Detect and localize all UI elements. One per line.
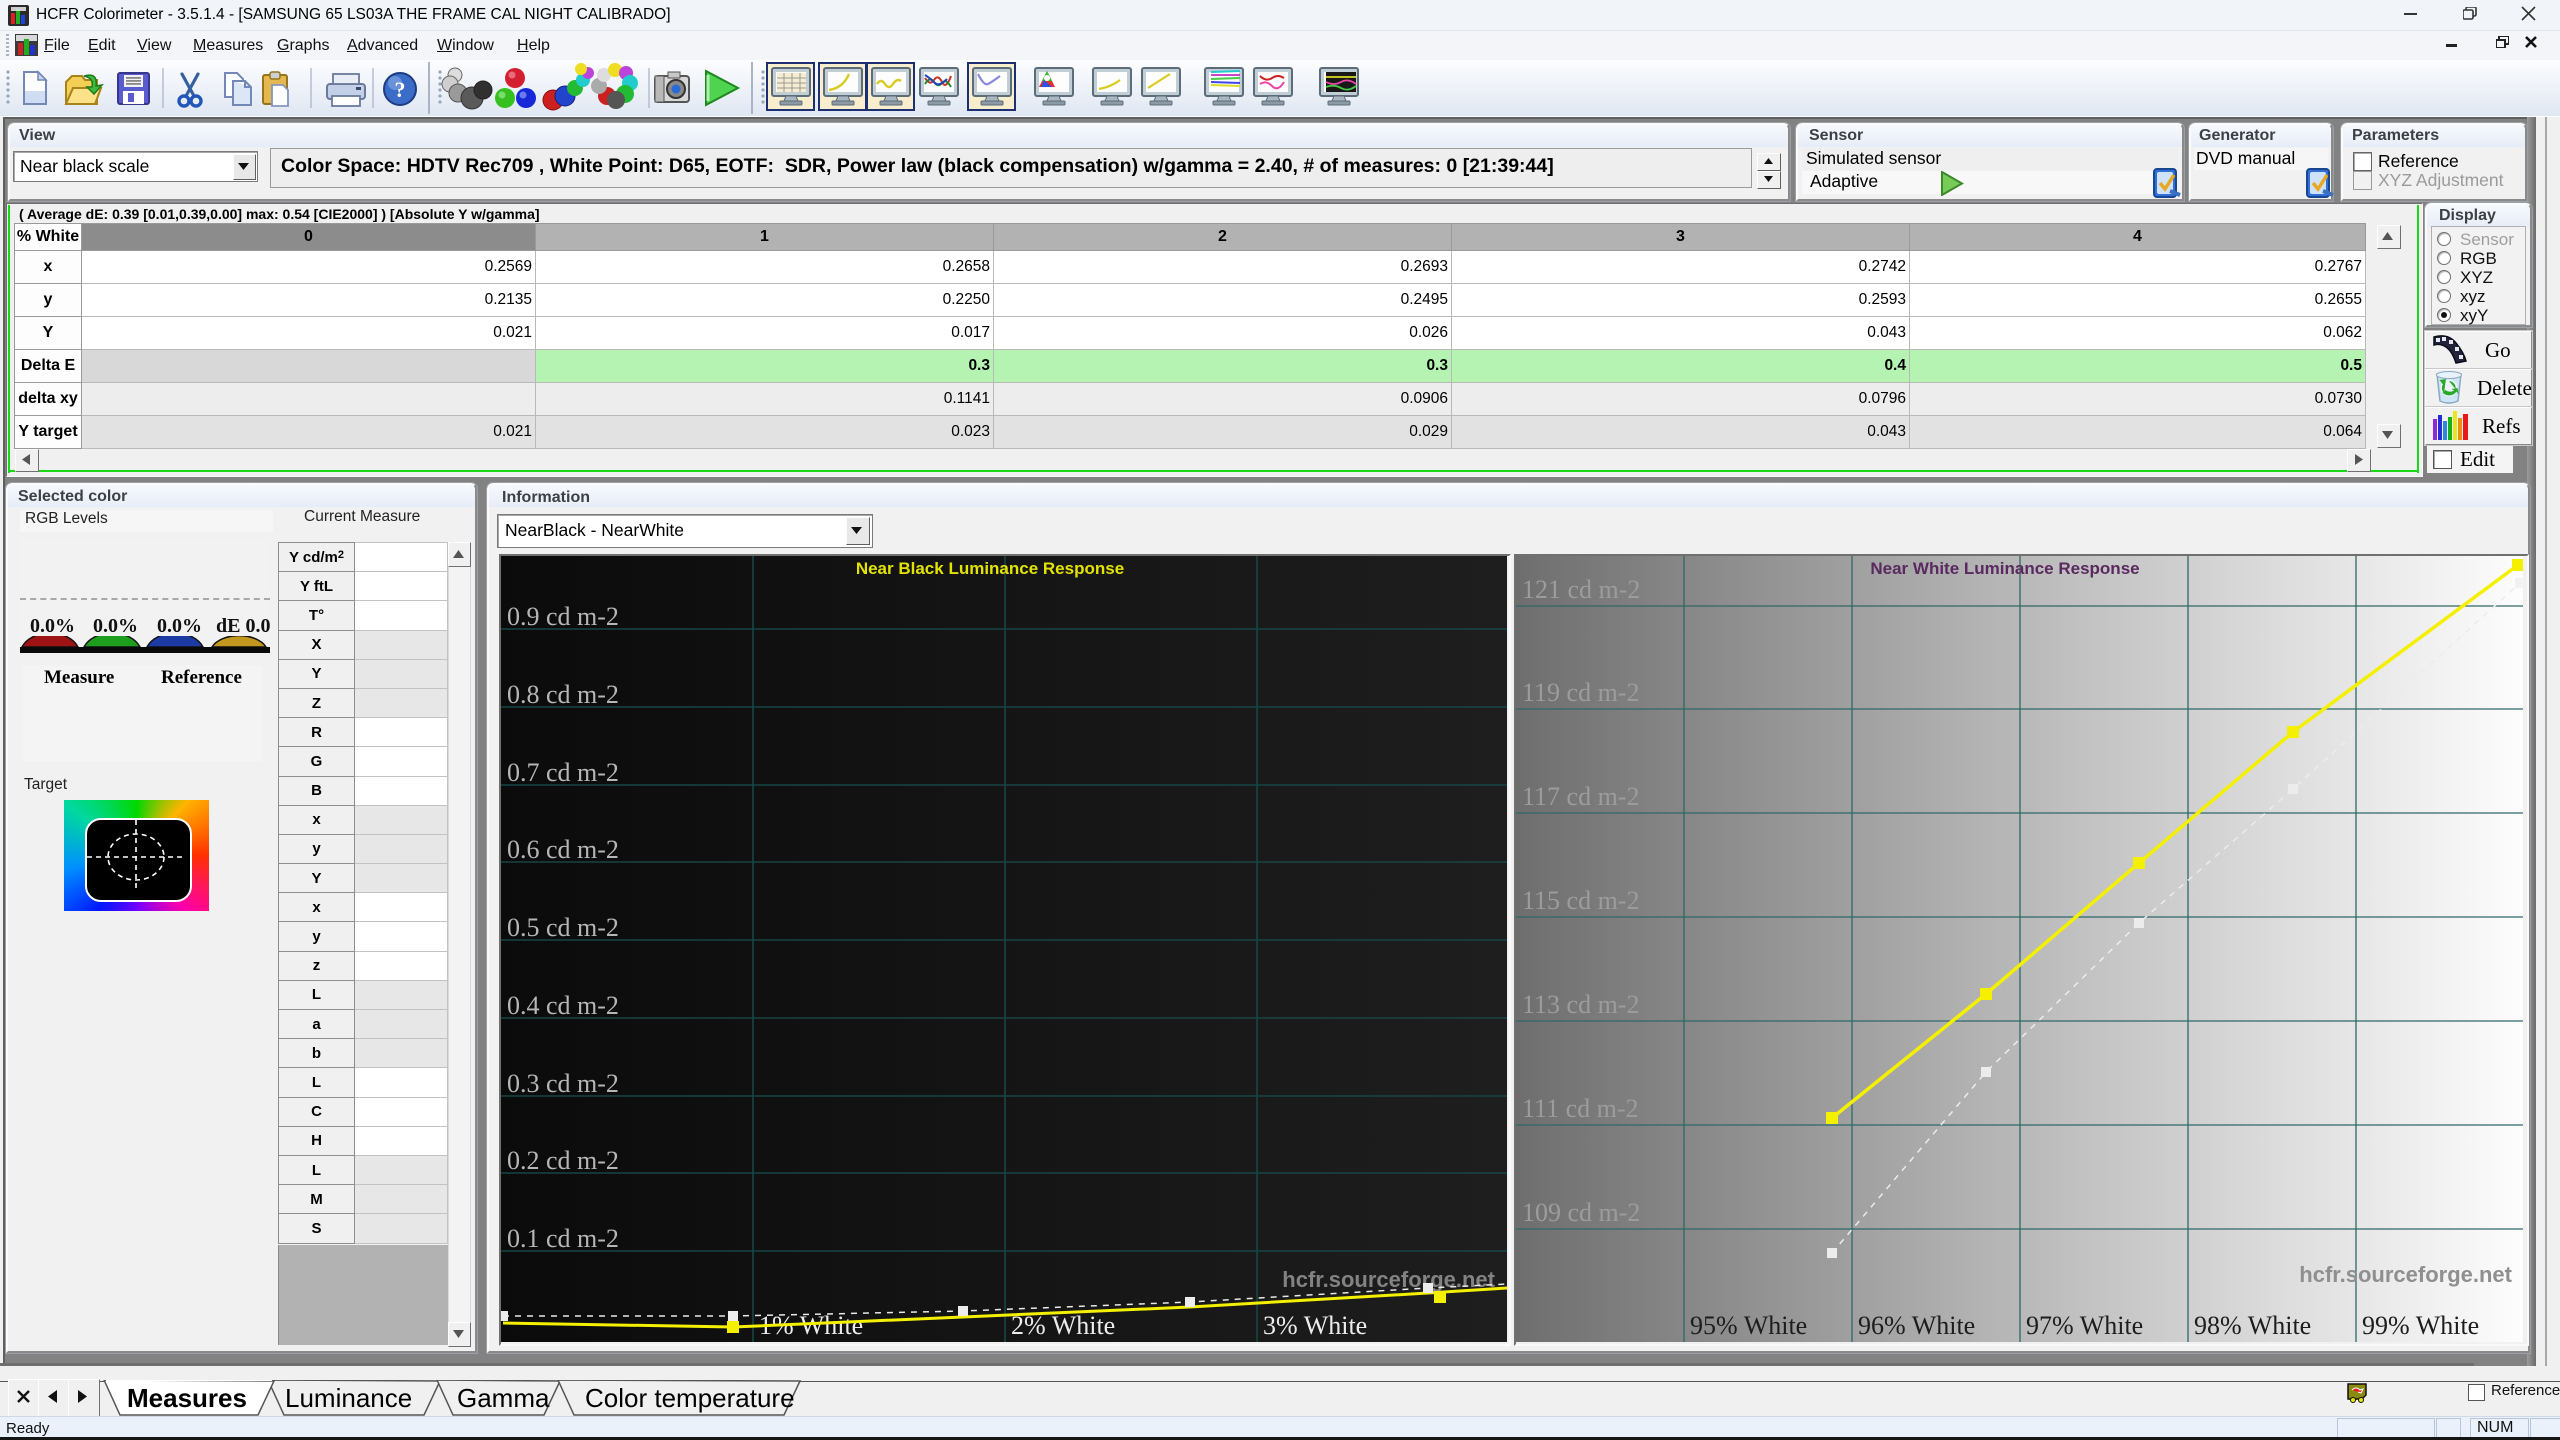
svg-text:hcfr.sourceforge.net: hcfr.sourceforge.net	[2299, 1262, 2512, 1287]
svg-text:Luminance: Luminance	[285, 1383, 412, 1413]
svg-text:Near Black Luminance Response: Near Black Luminance Response	[856, 559, 1124, 578]
svg-text:Measures: Measures	[127, 1383, 247, 1413]
svg-text:115 cd m-2: 115 cd m-2	[1522, 886, 1639, 915]
svg-text:96% White: 96% White	[1858, 1311, 1975, 1340]
svg-text:109 cd m-2: 109 cd m-2	[1522, 1198, 1640, 1227]
svg-text:0.6 cd m-2: 0.6 cd m-2	[507, 835, 619, 864]
svg-text:0.7 cd m-2: 0.7 cd m-2	[507, 758, 619, 787]
svg-text:111 cd m-2: 111 cd m-2	[1522, 1094, 1639, 1123]
svg-text:98% White: 98% White	[2194, 1311, 2311, 1340]
svg-text:Gamma: Gamma	[457, 1383, 550, 1413]
svg-text:0.2 cd m-2: 0.2 cd m-2	[507, 1146, 619, 1175]
svg-text:0.8 cd m-2: 0.8 cd m-2	[507, 680, 619, 709]
svg-text:119 cd m-2: 119 cd m-2	[1522, 678, 1639, 707]
svg-text:99% White: 99% White	[2362, 1311, 2479, 1340]
svg-text:3% White: 3% White	[1263, 1311, 1367, 1340]
svg-text:?: ?	[395, 77, 406, 102]
svg-text:Color temperature: Color temperature	[585, 1383, 795, 1413]
svg-text:0.5 cd m-2: 0.5 cd m-2	[507, 913, 619, 942]
svg-text:0.9 cd m-2: 0.9 cd m-2	[507, 602, 619, 631]
svg-text:hcfr.sourceforge.net: hcfr.sourceforge.net	[1282, 1267, 1495, 1292]
svg-text:117 cd m-2: 117 cd m-2	[1522, 782, 1639, 811]
svg-text:113 cd m-2: 113 cd m-2	[1522, 990, 1639, 1019]
svg-text:97% White: 97% White	[2026, 1311, 2143, 1340]
svg-text:Near White Luminance Response: Near White Luminance Response	[1870, 559, 2139, 578]
svg-text:0.3 cd m-2: 0.3 cd m-2	[507, 1069, 619, 1098]
svg-text:0.1 cd m-2: 0.1 cd m-2	[507, 1224, 619, 1253]
svg-text:95% White: 95% White	[1690, 1311, 1807, 1340]
svg-text:121 cd m-2: 121 cd m-2	[1522, 575, 1640, 604]
svg-text:0.4 cd m-2: 0.4 cd m-2	[507, 991, 619, 1020]
